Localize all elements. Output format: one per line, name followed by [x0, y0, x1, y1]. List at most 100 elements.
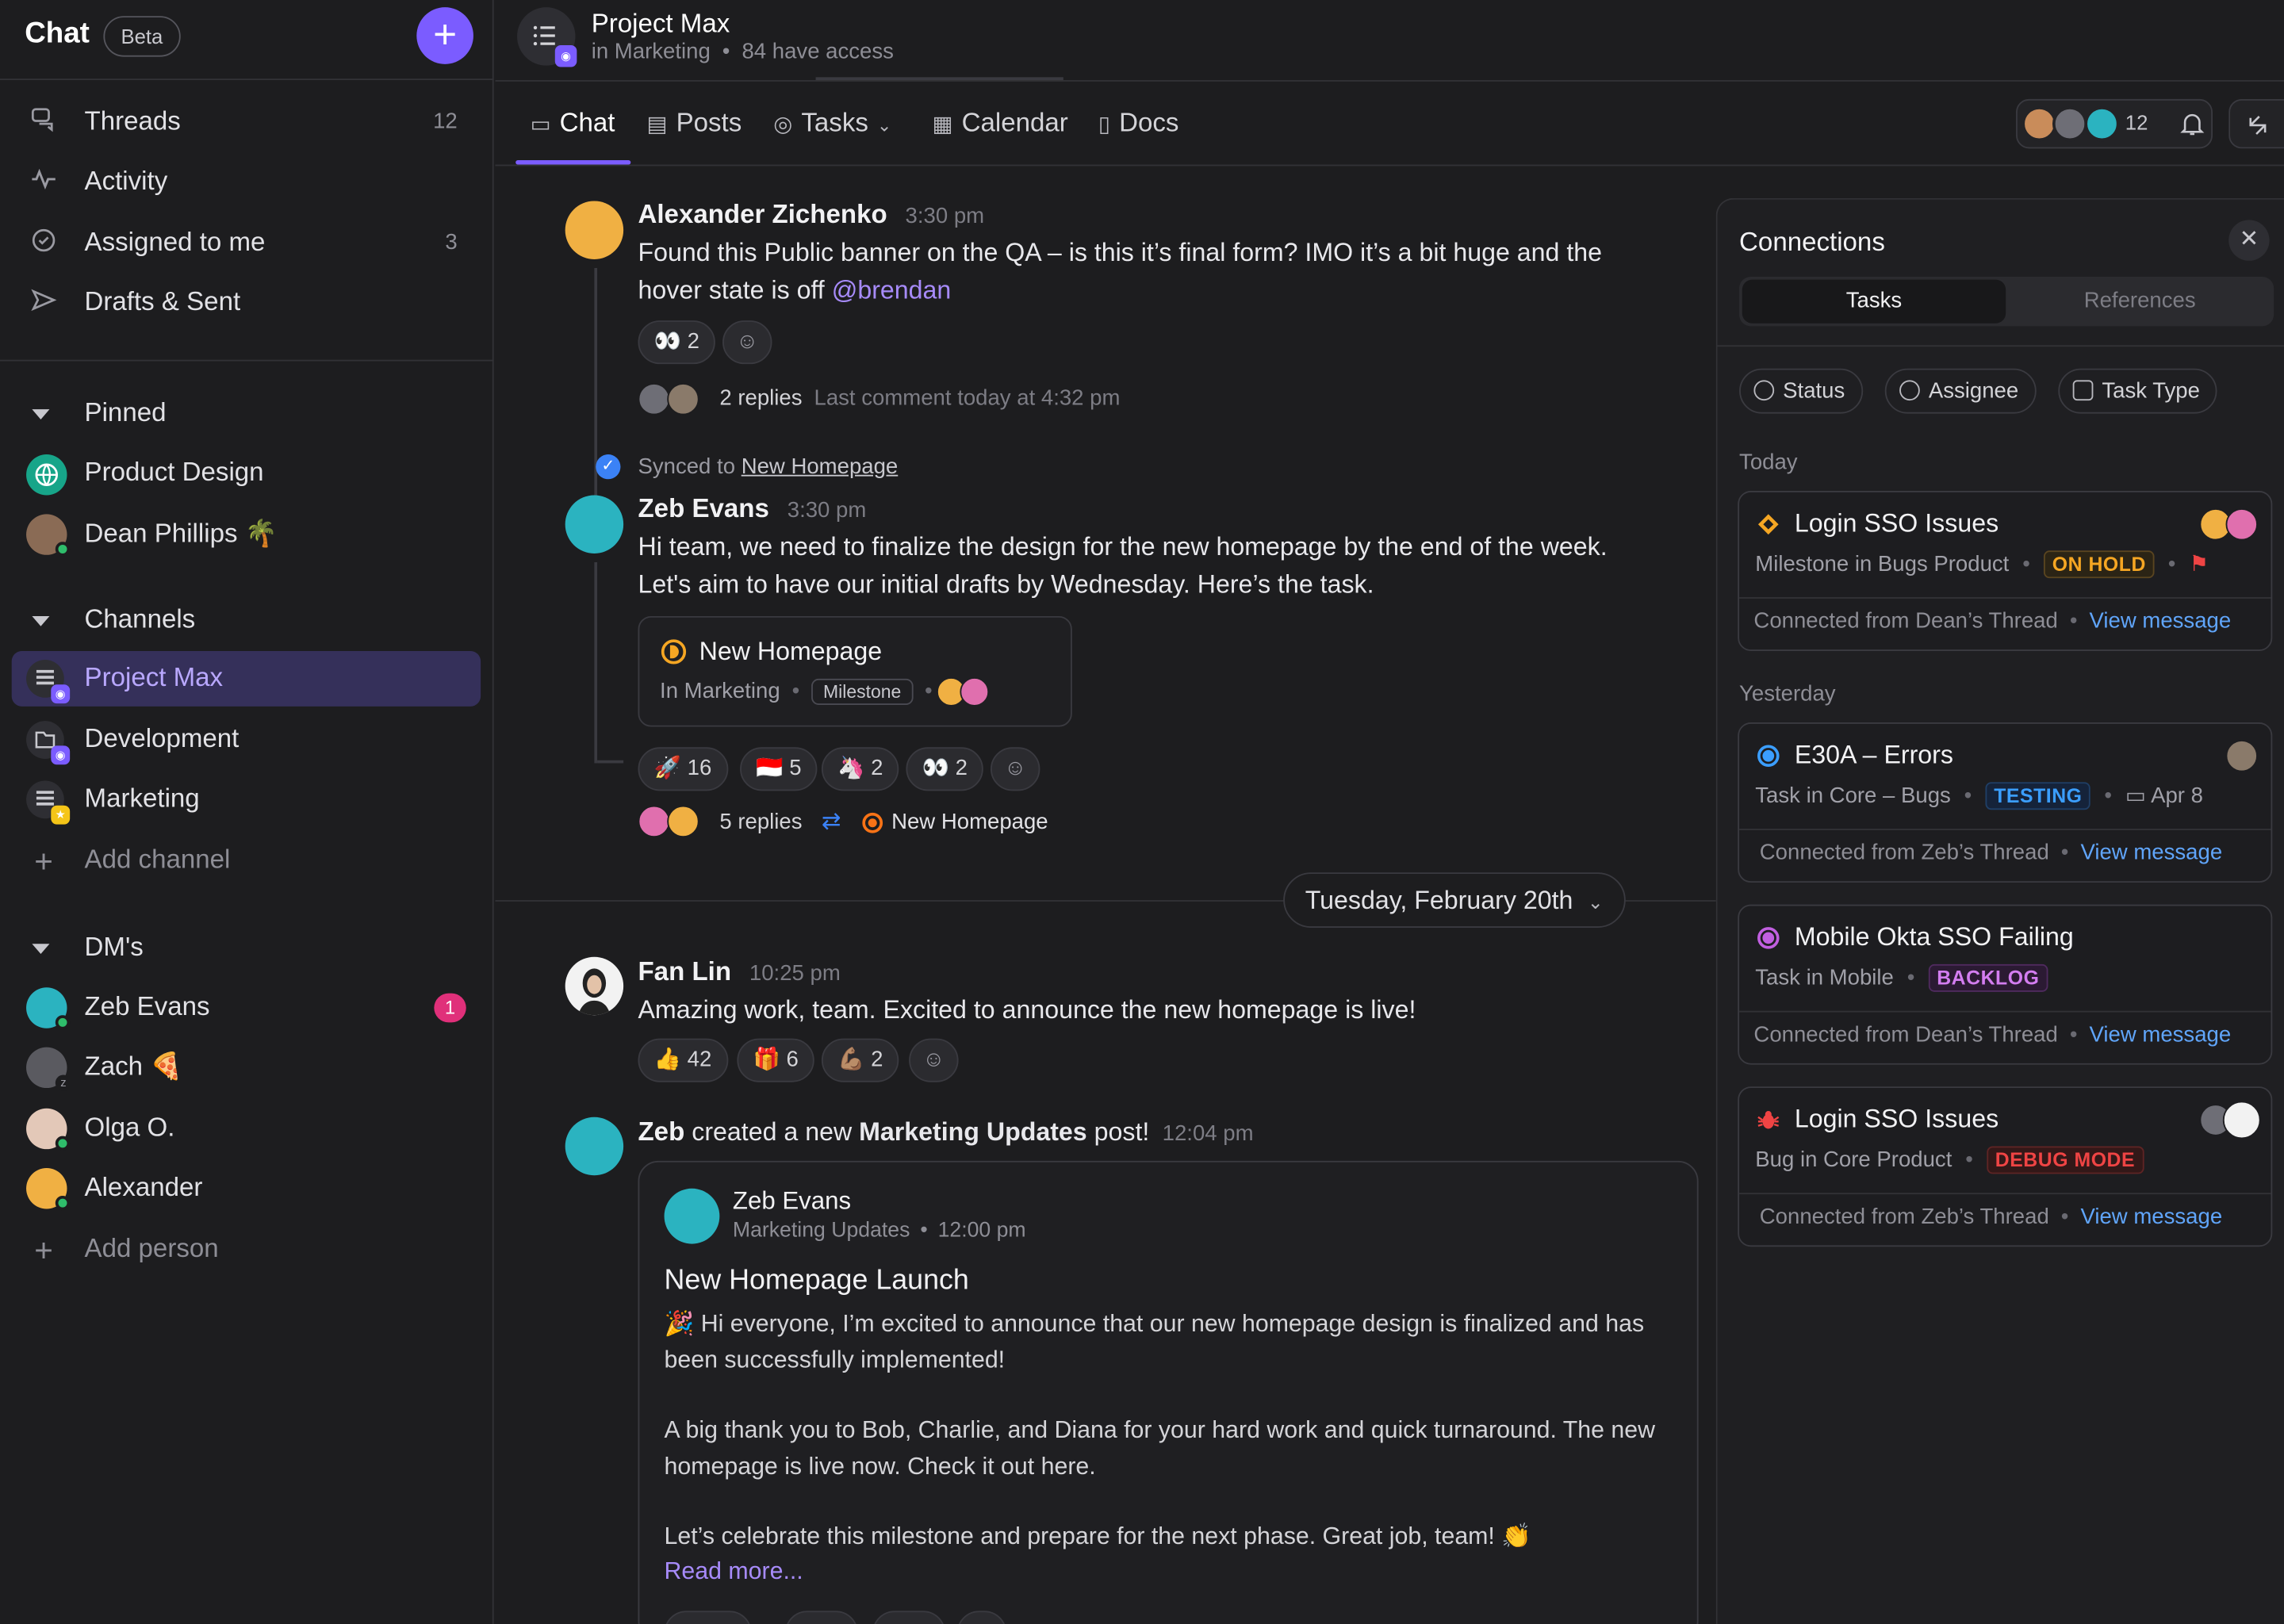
reaction[interactable] — [872, 1611, 946, 1624]
add-reaction-button[interactable]: ☺ — [990, 747, 1040, 791]
avatar — [2052, 106, 2088, 142]
channel-development[interactable]: ◉ Development — [12, 712, 481, 768]
bell-button[interactable] — [2164, 99, 2220, 148]
sidebar: Chat Beta + Threads 12 Activity Assigned… — [0, 0, 494, 1624]
connection-card[interactable]: E30A – Errors Task in Core – Bugs • TEST… — [1738, 722, 2273, 883]
nav-drafts-sent[interactable]: Drafts & Sent — [12, 275, 481, 331]
add-reaction-button[interactable]: ☺ — [722, 320, 772, 365]
tab-tasks[interactable]: ◎ Tasks ⌄ — [773, 108, 891, 139]
message-text: Found this Public banner on the QA – is … — [638, 233, 1642, 309]
date-divider-button[interactable]: Tuesday, February 20th ⌄ — [1283, 872, 1626, 929]
nav-activity[interactable]: Activity — [12, 155, 481, 210]
reaction-eyes[interactable]: 👀 2 — [906, 747, 984, 791]
tab-calendar[interactable]: ▦ Calendar — [933, 108, 1068, 139]
reply-count[interactable]: 2 replies — [719, 386, 802, 411]
status-badge: DEBUG MODE — [1986, 1146, 2144, 1174]
mention-link[interactable]: @brendan — [832, 275, 952, 304]
reply-count[interactable]: 5 replies — [719, 810, 802, 834]
avatar[interactable] — [565, 1116, 624, 1176]
reaction[interactable] — [664, 1611, 752, 1624]
tab-docs[interactable]: ▯ Docs — [1098, 108, 1179, 139]
nav-threads[interactable]: Threads 12 — [12, 94, 481, 150]
chat-badge-icon: ◉ — [51, 684, 71, 704]
header-divider — [815, 77, 1063, 81]
pinned-item-dean-phillips[interactable]: Dean Phillips 🌴 — [12, 507, 481, 562]
pinned-section-toggle[interactable]: Pinned — [32, 397, 167, 428]
nav-assigned[interactable]: Assigned to me 3 — [12, 216, 481, 271]
globe-icon — [26, 454, 67, 496]
avatar[interactable] — [565, 956, 624, 1016]
tab-label: Chat — [559, 107, 615, 137]
tab-chat[interactable]: ▭ Chat — [531, 108, 615, 139]
dm-zeb-evans[interactable]: Zeb Evans 1 — [12, 980, 481, 1036]
reaction-gift[interactable]: 🎁 6 — [737, 1038, 815, 1082]
card-location: Bug in Core Product — [1755, 1147, 1953, 1173]
chat-badge-icon: ◉ — [554, 44, 577, 67]
collapse-panel-button[interactable] — [2228, 98, 2284, 149]
add-person-button[interactable]: + Add person — [12, 1222, 481, 1277]
add-channel-button[interactable]: + Add channel — [12, 833, 481, 889]
channel-project-max[interactable]: ◉ Project Max — [11, 651, 481, 707]
view-message-link[interactable]: View message — [2090, 1022, 2232, 1047]
author-name[interactable]: Zeb Evans — [638, 494, 768, 523]
filter-assignee[interactable]: Assignee — [1884, 368, 2037, 414]
dm-olga[interactable]: Olga O. — [12, 1101, 481, 1157]
post-author[interactable]: Zeb Evans — [733, 1187, 851, 1216]
post-paragraph: A big thank you to Bob, Charlie, and Dia… — [664, 1417, 1656, 1480]
filter-status[interactable]: Status — [1739, 368, 1863, 414]
avatar[interactable] — [565, 495, 624, 553]
card-subtitle: Milestone in Bugs Product • ON HOLD • ⚑ — [1755, 550, 2209, 579]
read-more-link[interactable]: Read more... — [665, 1558, 803, 1586]
author-name[interactable]: Alexander Zichenko — [638, 200, 887, 229]
channel-list-icon[interactable]: ◉ — [517, 7, 577, 67]
reaction-eyes[interactable]: 👀 2 — [638, 320, 716, 365]
reaction-thumbs-up[interactable]: 👍 42 — [638, 1038, 728, 1082]
card-title: Login SSO Issues — [1794, 508, 1999, 538]
dm-zach[interactable]: z Zach 🍕 — [12, 1040, 481, 1095]
tab-posts[interactable]: ▤ Posts — [647, 108, 742, 139]
tab-label: Tasks — [801, 107, 868, 137]
view-message-link[interactable]: View message — [2090, 609, 2232, 634]
synced-link[interactable]: New Homepage — [742, 454, 899, 479]
divider — [1717, 345, 2284, 347]
card-title: E30A – Errors — [1794, 740, 1953, 769]
post-channel: Marketing Updates — [732, 1219, 910, 1243]
post-card[interactable]: Zeb Evans Marketing Updates • 12:00 pm N… — [638, 1160, 1699, 1624]
card-title: Login SSO Issues — [1794, 1104, 1999, 1133]
dms-section-toggle[interactable]: DM's — [32, 933, 144, 963]
thread-summary[interactable]: 2 replies Last comment today at 4:32 pm — [719, 386, 1120, 411]
channel-marketing[interactable]: ★ Marketing — [12, 772, 481, 827]
reaction-flag[interactable]: 🇮🇩 5 — [740, 747, 818, 791]
message-time: 12:04 pm — [1162, 1121, 1254, 1147]
connection-card[interactable]: Mobile Okta SSO Failing Task in Mobile •… — [1738, 904, 2273, 1065]
segment-references[interactable]: References — [2009, 280, 2271, 324]
author-name[interactable]: Fan Lin — [638, 957, 731, 986]
reaction[interactable] — [956, 1611, 1007, 1624]
filter-task-type[interactable]: Task Type — [2058, 368, 2217, 414]
close-icon[interactable]: ✕ — [2228, 220, 2270, 261]
connection-card[interactable]: Login SSO Issues Bug in Core Product • D… — [1738, 1086, 2273, 1247]
new-chat-button[interactable]: + — [416, 7, 473, 64]
reaction-unicorn[interactable]: 🦄 2 — [821, 747, 899, 791]
reaction-rocket[interactable]: 🚀 16 — [638, 747, 728, 791]
channels-section-toggle[interactable]: Channels — [32, 604, 195, 635]
reaction-muscle[interactable]: 💪🏽 2 — [821, 1038, 899, 1082]
pinned-item-product-design[interactable]: Product Design — [12, 446, 481, 501]
post-paragraph: 🎉 Hi everyone, I’m excited to announce t… — [664, 1311, 1645, 1373]
add-reaction-button[interactable]: ☺ — [909, 1038, 959, 1082]
channel-access[interactable]: 84 have access — [742, 40, 893, 64]
connection-card[interactable]: Login SSO Issues Milestone in Bugs Produ… — [1738, 490, 2273, 652]
view-message-link[interactable]: View message — [2080, 841, 2222, 865]
milestone-chip: Milestone — [811, 678, 914, 705]
author-name[interactable]: Zeb — [638, 1117, 684, 1147]
reaction[interactable] — [785, 1611, 858, 1624]
chevron-down-icon: ⌄ — [876, 115, 892, 136]
avatar[interactable] — [565, 201, 624, 259]
connections-panel: Connections ✕ Tasks References Status As… — [1715, 197, 2284, 1624]
dm-alexander[interactable]: Alexander — [12, 1161, 481, 1216]
segment-tasks[interactable]: Tasks — [1742, 279, 2006, 324]
task-card[interactable]: New Homepage In Marketing • Milestone • — [638, 615, 1072, 727]
post-channel-name[interactable]: Marketing Updates — [859, 1117, 1087, 1147]
linked-task[interactable]: New Homepage — [891, 810, 1048, 834]
view-message-link[interactable]: View message — [2080, 1205, 2222, 1229]
